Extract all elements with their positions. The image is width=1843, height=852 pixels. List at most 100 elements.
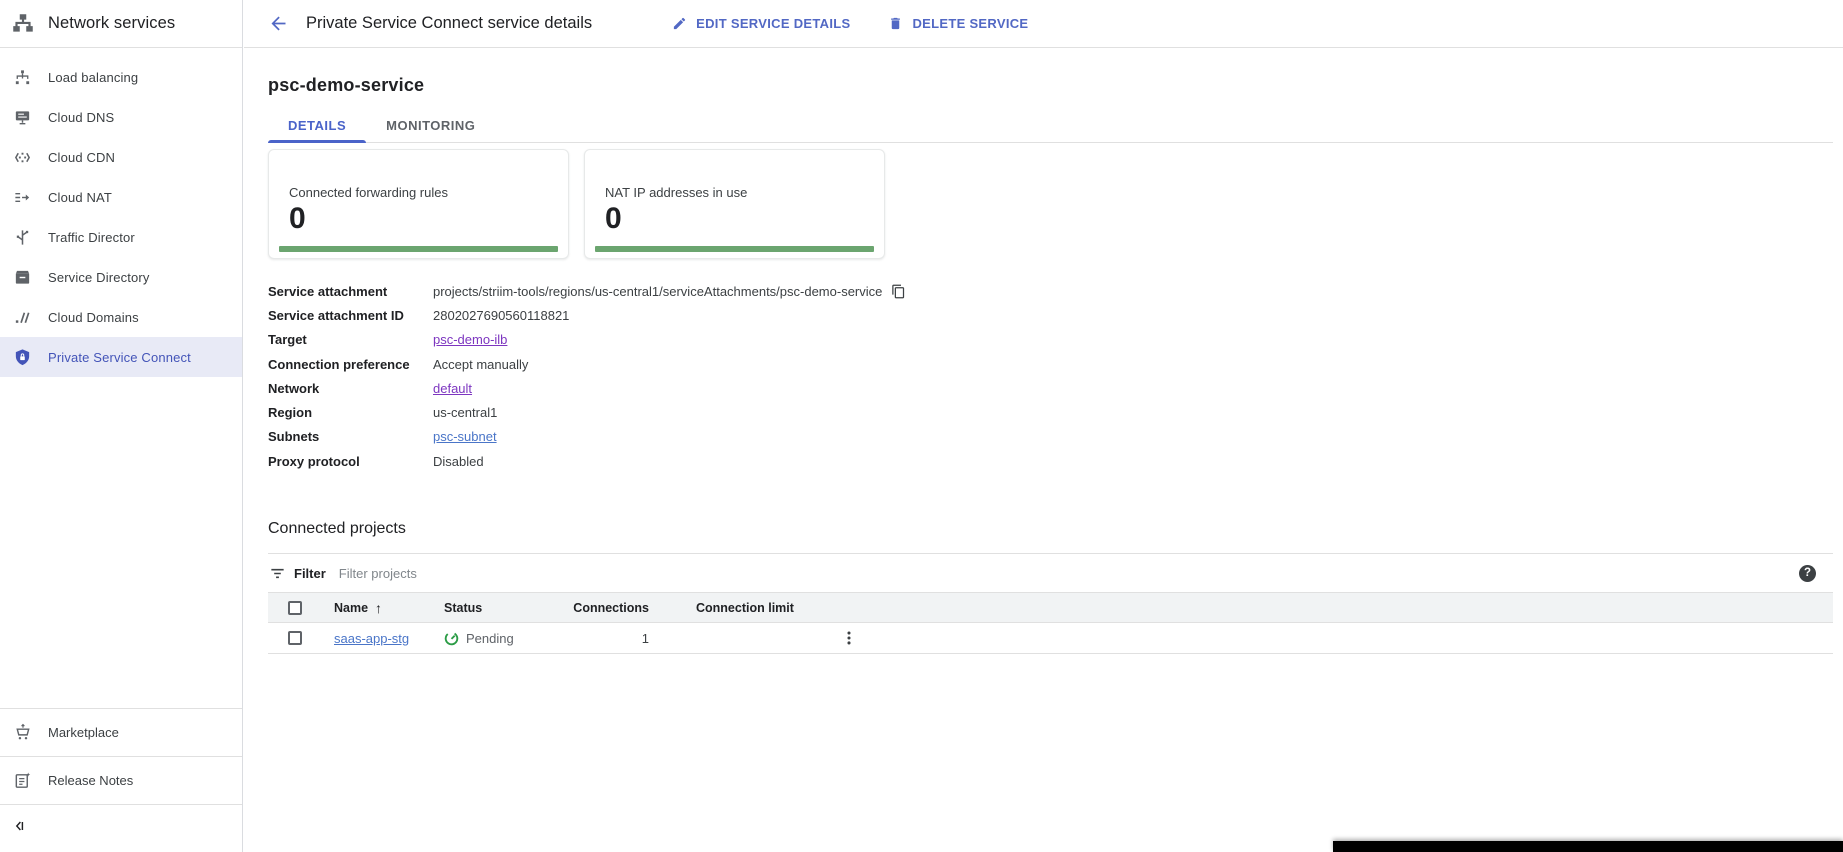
card-usage-bar: [279, 246, 558, 252]
pending-status-icon: [444, 631, 459, 646]
copy-icon[interactable]: [891, 284, 906, 299]
detail-value: projects/striim-tools/regions/us-central…: [433, 284, 882, 299]
card-value: 0: [605, 202, 864, 235]
sidebar-item-cloud-domains[interactable]: Cloud Domains: [0, 297, 242, 337]
detail-value: 2802027690560118821: [433, 308, 569, 323]
help-icon[interactable]: ?: [1799, 565, 1816, 582]
sidebar-item-marketplace[interactable]: Marketplace: [0, 708, 242, 756]
select-all-checkbox[interactable]: [288, 601, 302, 615]
sidebar-item-load-balancing[interactable]: Load balancing: [0, 57, 242, 97]
sidebar-item-cloud-dns[interactable]: Cloud DNS: [0, 97, 242, 137]
detail-label: Network: [268, 381, 433, 396]
sidebar-item-label: Cloud DNS: [48, 110, 114, 125]
main-content: Private Service Connect service details …: [244, 0, 1843, 654]
sidebar-collapse-button[interactable]: [0, 804, 242, 852]
detail-value: us-central1: [433, 405, 497, 420]
detail-row-proxy-protocol: Proxy protocol Disabled: [268, 449, 1833, 473]
detail-value: Accept manually: [433, 357, 528, 372]
detail-label: Region: [268, 405, 433, 420]
row-actions-kebab-menu[interactable]: [840, 629, 858, 647]
detail-row-service-attachment-id: Service attachment ID 280202769056011882…: [268, 303, 1833, 327]
delete-service-label: DELETE SERVICE: [912, 16, 1028, 31]
load-balancing-icon: [11, 68, 33, 87]
detail-row-connection-preference: Connection preference Accept manually: [268, 352, 1833, 376]
table-header: Name ↑ Status Connections Connection lim…: [268, 592, 1833, 623]
detail-row-service-attachment: Service attachment projects/striim-tools…: [268, 279, 1833, 303]
subnet-link[interactable]: psc-subnet: [433, 429, 497, 444]
card-title: NAT IP addresses in use: [605, 185, 864, 200]
cloud-cdn-icon: [11, 148, 33, 167]
column-header-name[interactable]: Name: [334, 601, 368, 615]
sidebar-footer: Marketplace Release Notes: [0, 708, 242, 852]
sidebar-item-label: Marketplace: [48, 725, 119, 740]
sidebar-item-release-notes[interactable]: Release Notes: [0, 756, 242, 804]
column-header-connection-limit[interactable]: Connection limit: [649, 601, 829, 615]
detail-label: Service attachment: [268, 284, 433, 299]
sidebar-item-label: Service Directory: [48, 270, 150, 285]
sidebar-title: Network services: [48, 14, 175, 33]
network-services-logo-icon: [10, 11, 36, 37]
sidebar-nav: Load balancing Cloud DNS Cloud CDN Cloud…: [0, 48, 242, 377]
status-text: Pending: [466, 631, 514, 646]
connected-projects-heading: Connected projects: [268, 520, 1833, 538]
delete-service-button[interactable]: DELETE SERVICE: [888, 16, 1028, 31]
filter-label: Filter: [294, 566, 326, 581]
card-connected-forwarding-rules: Connected forwarding rules 0: [268, 149, 569, 259]
column-header-status[interactable]: Status: [444, 601, 554, 615]
sidebar-item-traffic-director[interactable]: Traffic Director: [0, 217, 242, 257]
page-body: psc-demo-service DETAILS MONITORING Conn…: [244, 75, 1843, 654]
service-name-title: psc-demo-service: [268, 75, 1833, 96]
tab-monitoring[interactable]: MONITORING: [366, 109, 495, 142]
app-window: Network services Load balancing Cloud DN…: [0, 0, 1843, 852]
detail-row-region: Region us-central1: [268, 400, 1833, 424]
card-nat-ip-addresses: NAT IP addresses in use 0: [584, 149, 885, 259]
page-header: Private Service Connect service details …: [244, 0, 1843, 48]
row-checkbox[interactable]: [288, 631, 302, 645]
card-usage-bar: [595, 246, 874, 252]
filter-button[interactable]: Filter: [268, 565, 326, 582]
detail-label: Subnets: [268, 429, 433, 444]
marketplace-cart-icon: [11, 723, 33, 742]
detail-row-network: Network default: [268, 376, 1833, 400]
pencil-icon: [672, 16, 687, 31]
tab-bar: DETAILS MONITORING: [268, 109, 1833, 143]
page-title: Private Service Connect service details: [306, 14, 592, 33]
detail-label: Connection preference: [268, 357, 433, 372]
service-directory-icon: [11, 268, 33, 287]
screen-overlay-bar: [1333, 841, 1843, 852]
sidebar-item-cloud-cdn[interactable]: Cloud CDN: [0, 137, 242, 177]
back-button[interactable]: [268, 13, 289, 34]
sort-ascending-icon[interactable]: ↑: [375, 600, 382, 616]
sidebar-item-label: Release Notes: [48, 773, 133, 788]
cloud-nat-icon: [11, 188, 33, 207]
trash-icon: [888, 16, 903, 31]
network-link[interactable]: default: [433, 381, 472, 396]
card-value: 0: [289, 202, 548, 235]
edit-service-details-button[interactable]: EDIT SERVICE DETAILS: [672, 16, 850, 31]
target-link[interactable]: psc-demo-ilb: [433, 332, 507, 347]
shield-lock-icon: [11, 348, 33, 367]
project-name-link[interactable]: saas-app-stg: [334, 631, 409, 646]
release-notes-icon: [11, 771, 33, 790]
filter-bar: Filter Filter projects ?: [268, 553, 1833, 592]
sidebar-item-label: Cloud NAT: [48, 190, 112, 205]
sidebar-item-service-directory[interactable]: Service Directory: [0, 257, 242, 297]
sidebar-item-cloud-nat[interactable]: Cloud NAT: [0, 177, 242, 217]
connections-value: 1: [554, 631, 649, 646]
summary-cards: Connected forwarding rules 0 NAT IP addr…: [268, 149, 1833, 259]
column-header-connections[interactable]: Connections: [554, 601, 649, 615]
tab-details[interactable]: DETAILS: [268, 109, 366, 142]
sidebar-item-private-service-connect[interactable]: Private Service Connect: [0, 337, 242, 377]
filter-icon: [269, 565, 286, 582]
sidebar-item-label: Private Service Connect: [48, 350, 191, 365]
collapse-chevron-icon: [12, 818, 28, 839]
table-row: saas-app-stg Pending 1: [268, 623, 1833, 654]
header-actions: EDIT SERVICE DETAILS DELETE SERVICE: [672, 16, 1028, 31]
sidebar-item-label: Cloud Domains: [48, 310, 139, 325]
detail-row-subnets: Subnets psc-subnet: [268, 425, 1833, 449]
sidebar-item-label: Load balancing: [48, 70, 138, 85]
service-details-list: Service attachment projects/striim-tools…: [268, 279, 1833, 473]
cloud-domains-icon: [11, 308, 33, 327]
sidebar-item-label: Cloud CDN: [48, 150, 115, 165]
filter-projects-input[interactable]: Filter projects: [339, 566, 417, 581]
